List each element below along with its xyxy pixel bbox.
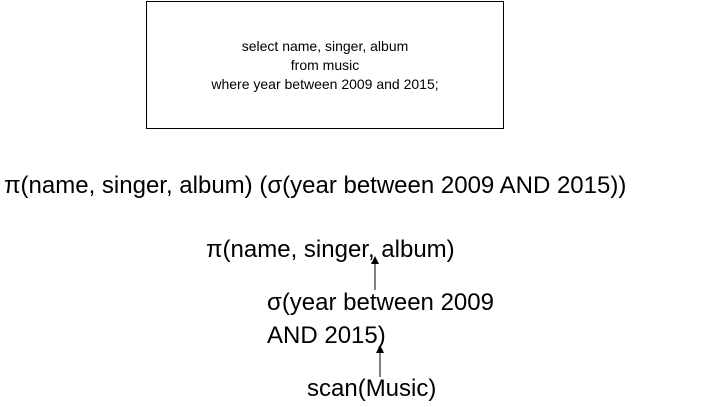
sql-query-box: select name, singer, album from music wh… [146,1,504,129]
sql-select-line: select name, singer, album [241,37,409,54]
sql-where-line: where year between 2009 and 2015; [211,75,439,92]
sql-from-line: from music [290,56,360,73]
scan-node: scan(Music) [307,375,437,402]
relational-algebra-expression: π(name, singer, album) (σ(year between 2… [4,172,627,199]
projection-node: π(name, singer, album) [206,236,455,263]
selection-node-line-2: AND 2015) [267,322,386,349]
selection-node-line-1: σ(year between 2009 [267,289,494,316]
selection-node: σ(year between 2009 AND 2015) [267,286,494,352]
